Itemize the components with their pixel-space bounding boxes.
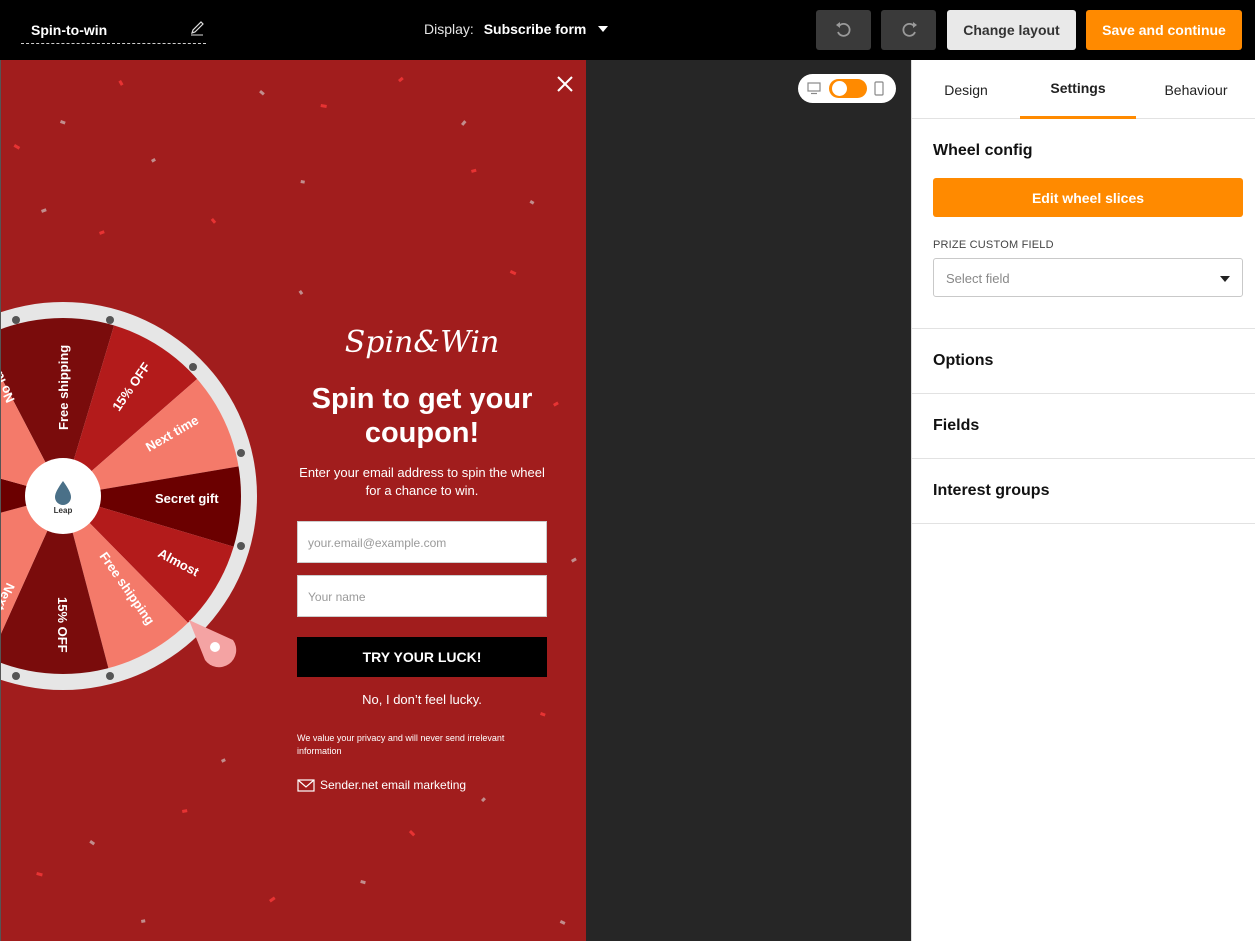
display-value[interactable]: Subscribe form bbox=[484, 21, 587, 37]
close-icon[interactable] bbox=[555, 74, 575, 94]
device-switch[interactable] bbox=[829, 79, 867, 98]
section-options[interactable]: Options bbox=[933, 352, 993, 370]
chevron-down-icon bbox=[1220, 276, 1230, 282]
redo-icon bbox=[902, 22, 917, 37]
popup-subtext: Enter your email address to spin the whe… bbox=[299, 465, 545, 498]
section-fields[interactable]: Fields bbox=[933, 417, 979, 435]
sender-branding[interactable]: Sender.net email marketing bbox=[297, 778, 466, 792]
decline-link[interactable]: No, I don’t feel lucky. bbox=[297, 692, 547, 707]
wheel-center-logo-text: Leap bbox=[54, 506, 73, 515]
divider bbox=[912, 393, 1255, 394]
chevron-down-icon[interactable] bbox=[598, 26, 609, 33]
envelope-icon bbox=[297, 779, 315, 792]
settings-panel: Design Settings Behaviour Wheel config E… bbox=[911, 60, 1255, 941]
save-and-continue-button[interactable]: Save and continue bbox=[1086, 10, 1242, 50]
section-interest-groups[interactable]: Interest groups bbox=[933, 482, 1049, 500]
desktop-icon[interactable] bbox=[807, 81, 821, 95]
change-layout-button[interactable]: Change layout bbox=[947, 10, 1076, 50]
popup-headline: Spin to get your coupon! bbox=[311, 383, 533, 449]
mobile-icon[interactable] bbox=[874, 81, 884, 96]
wheel-slice-label: 15% OFF bbox=[55, 597, 70, 653]
pointer-dot bbox=[210, 642, 220, 652]
prize-wheel[interactable]: No luck Free shipping 15% OFF Next time … bbox=[1, 300, 281, 720]
wheel-config-title: Wheel config bbox=[933, 142, 1033, 159]
pencil-icon[interactable] bbox=[190, 20, 204, 36]
sender-label[interactable]: Sender.net email marketing bbox=[320, 778, 466, 792]
panel-tabs: Design Settings Behaviour bbox=[912, 60, 1255, 119]
undo-icon bbox=[835, 22, 850, 37]
redo-button[interactable] bbox=[881, 10, 936, 50]
device-toggle[interactable] bbox=[798, 74, 896, 103]
name-input[interactable]: Your name bbox=[297, 575, 547, 617]
form-name-field[interactable]: Spin-to-win bbox=[21, 16, 206, 44]
spin-to-win-popup: No luck Free shipping 15% OFF Next time … bbox=[0, 60, 586, 941]
privacy-note: We value your privacy and will never sen… bbox=[297, 733, 505, 756]
email-input[interactable]: your.email@example.com bbox=[297, 521, 547, 563]
brand-logo: Spin&Win bbox=[344, 325, 500, 360]
prize-field-select[interactable]: Select field bbox=[933, 258, 1243, 297]
divider bbox=[912, 328, 1255, 329]
form-name-text[interactable]: Spin-to-win bbox=[31, 22, 107, 38]
wheel-slice-label: Free shipping bbox=[56, 345, 71, 430]
divider bbox=[912, 523, 1255, 524]
undo-button[interactable] bbox=[816, 10, 871, 50]
top-toolbar: Spin-to-win Display: Subscribe form Chan… bbox=[0, 0, 1255, 60]
switch-knob bbox=[832, 81, 847, 96]
display-selector[interactable]: Display: Subscribe form bbox=[424, 21, 609, 37]
tab-design[interactable]: Design bbox=[912, 60, 1020, 119]
prize-field-label: PRIZE CUSTOM FIELD bbox=[933, 239, 1054, 251]
try-your-luck-button[interactable]: TRY YOUR LUCK! bbox=[297, 637, 547, 677]
wheel-slice-label: Secret gift bbox=[155, 491, 219, 506]
tab-settings[interactable]: Settings bbox=[1020, 60, 1136, 119]
divider bbox=[912, 458, 1255, 459]
edit-wheel-slices-button[interactable]: Edit wheel slices bbox=[933, 178, 1243, 217]
prize-field-placeholder: Select field bbox=[946, 271, 1010, 286]
tab-behaviour[interactable]: Behaviour bbox=[1136, 60, 1255, 119]
display-label: Display: bbox=[424, 21, 474, 37]
